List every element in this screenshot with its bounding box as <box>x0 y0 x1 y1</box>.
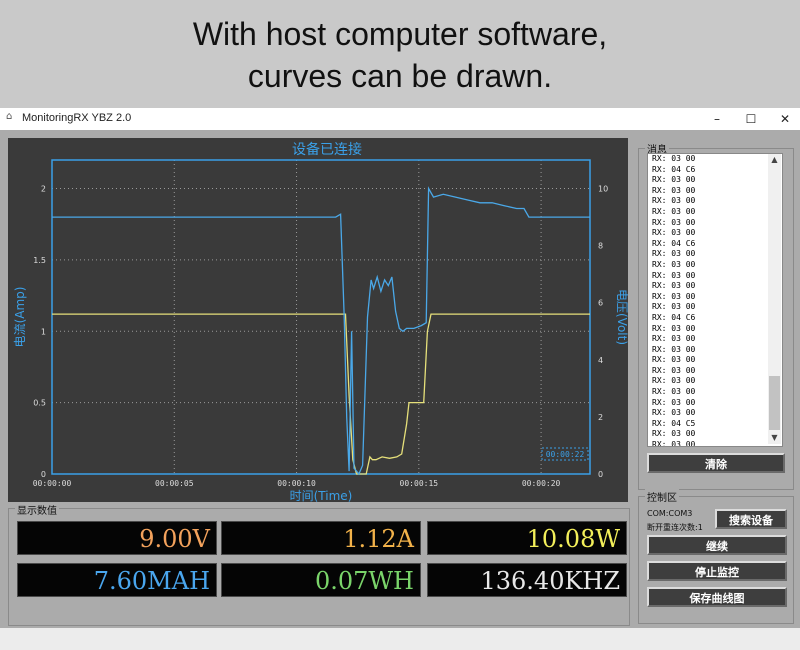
message-rows: RX: 03 00 RX: 04 C6 RX: 03 00 RX: 03 00 RX: … <box>652 154 768 447</box>
x-axis-label: 时间(Time) <box>290 489 353 502</box>
message-row: RX: 04 C5 <box>652 418 696 428</box>
message-row: RX: 03 00 <box>652 270 696 280</box>
client-area: 00:00:00 00:00:05 00:00:10 00:00:15 00:00:20… <box>0 130 800 628</box>
control-label: 控制区 <box>645 489 679 504</box>
control-group: 控制区 COM:COM3 断开重连次数:1 搜索设备 继续 停止监控 保存曲线图 <box>638 489 794 624</box>
current-line <box>52 313 590 475</box>
message-row: RX: 04 C6 <box>652 312 696 322</box>
capacity-display: 7.60MAH <box>17 563 217 597</box>
x-tick-label: 00:00:20 <box>522 479 561 488</box>
app-window: ⌂ MonitoringRX YBZ 2.0 – ☐ ✕ 00:00:00 00:… <box>0 108 800 650</box>
message-row: RX: 03 00 <box>652 429 696 439</box>
message-row: RX: 03 00 <box>652 376 696 386</box>
caption-line-2: curves can be drawn. <box>247 58 553 94</box>
x-tick-label: 00:00:15 <box>400 479 439 488</box>
y-tick-label: 1 <box>41 327 46 336</box>
scroll-thumb[interactable] <box>769 376 780 430</box>
caption-banner: With host computer software, curves can … <box>0 0 800 108</box>
message-row: RX: 03 00 <box>652 408 696 418</box>
message-row: RX: 03 00 <box>652 397 696 407</box>
message-row: RX: 03 00 <box>652 355 696 365</box>
message-row: RX: 03 00 <box>652 185 696 195</box>
x-tick-label: 00:00:05 <box>155 479 194 488</box>
message-row: RX: 03 00 <box>652 344 696 354</box>
com-port-text: COM:COM3 <box>647 509 693 518</box>
y2-tick-label: 2 <box>598 413 603 422</box>
message-row: RX: 04 C6 <box>652 238 696 248</box>
clear-button[interactable]: 清除 <box>647 453 785 473</box>
message-row: RX: 03 00 <box>652 249 696 259</box>
message-row: RX: 03 00 <box>652 302 696 312</box>
continue-button[interactable]: 继续 <box>647 535 787 555</box>
cursor-time-label: 00:00:22 <box>546 450 585 459</box>
y2-axis-label: 电压(Volt) <box>615 289 628 345</box>
message-row: RX: 03 00 <box>652 281 696 291</box>
y2-tick-label: 6 <box>598 299 603 308</box>
readings-label: 显示数值 <box>15 502 59 517</box>
window-title: MonitoringRX YBZ 2.0 <box>22 112 132 124</box>
energy-display: 0.07WH <box>221 563 421 597</box>
y2-tick-label: 8 <box>598 242 603 251</box>
message-row: RX: 03 00 <box>652 387 696 397</box>
message-row: RX: 03 00 <box>652 217 696 227</box>
close-button[interactable]: ✕ <box>768 108 800 130</box>
chart-svg: 00:00:00 00:00:05 00:00:10 00:00:15 00:00:20… <box>13 141 628 502</box>
y2-tick-label: 10 <box>598 185 608 194</box>
message-row: RX: 03 00 <box>652 175 696 185</box>
messages-group: 消息 RX: 03 00 RX: 04 C6 RX: 03 00 RX: 03 00 R… <box>638 141 794 490</box>
scroll-up-icon[interactable]: ▲ <box>768 154 781 166</box>
reconnect-count-text: 断开重连次数:1 <box>647 523 703 532</box>
y-tick-label: 1.5 <box>33 256 46 265</box>
stop-monitoring-button[interactable]: 停止监控 <box>647 561 787 581</box>
y2-tick-label: 4 <box>598 356 603 365</box>
scroll-down-icon[interactable]: ▼ <box>768 432 781 444</box>
message-row: RX: 03 00 <box>652 196 696 206</box>
message-row: RX: 03 00 <box>652 228 696 238</box>
power-display: 10.08W <box>427 521 627 555</box>
current-display: 1.12A <box>221 521 421 555</box>
message-row: RX: 03 00 <box>652 365 696 375</box>
title-bar[interactable]: ⌂ MonitoringRX YBZ 2.0 – ☐ ✕ <box>0 108 800 130</box>
window-bottom <box>0 628 800 650</box>
save-chart-button[interactable]: 保存曲线图 <box>647 587 787 607</box>
y-tick-label: 2 <box>41 185 46 194</box>
y-tick-label: 0.5 <box>33 399 46 408</box>
frequency-display: 136.40KHZ <box>427 563 627 597</box>
message-list[interactable]: RX: 03 00 RX: 04 C6 RX: 03 00 RX: 03 00 RX: … <box>647 153 783 447</box>
message-row: RX: 03 00 <box>652 440 696 447</box>
minimize-button[interactable]: – <box>700 108 734 130</box>
message-row: RX: 03 00 <box>652 154 696 163</box>
message-row: RX: 03 00 <box>652 291 696 301</box>
search-device-button[interactable]: 搜索设备 <box>715 509 787 529</box>
app-icon: ⌂ <box>6 111 13 122</box>
readings-group: 显示数值 9.00V 1.12A 10.08W 7.60MAH 0.07WH 1… <box>8 502 630 626</box>
monitor-chart: 00:00:00 00:00:05 00:00:10 00:00:15 00:00:20… <box>8 138 628 502</box>
message-row: RX: 03 00 <box>652 334 696 344</box>
y2-tick-label: 0 <box>598 470 603 479</box>
message-row: RX: 03 00 <box>652 323 696 333</box>
message-row: RX: 04 C6 <box>652 164 696 174</box>
message-scrollbar[interactable]: ▲ ▼ <box>768 154 781 444</box>
chart-title: 设备已连接 <box>292 141 362 158</box>
maximize-button[interactable]: ☐ <box>734 108 768 130</box>
caption-line-1: With host computer software, <box>192 16 608 52</box>
message-row: RX: 03 00 <box>652 259 696 269</box>
y-tick-label: 0 <box>41 470 46 479</box>
voltage-display: 9.00V <box>17 521 217 555</box>
y-axis-label: 电流(Amp) <box>13 287 27 348</box>
x-tick-label: 00:00:00 <box>33 479 72 488</box>
x-tick-label: 00:00:10 <box>277 479 316 488</box>
message-row: RX: 03 00 <box>652 206 696 216</box>
